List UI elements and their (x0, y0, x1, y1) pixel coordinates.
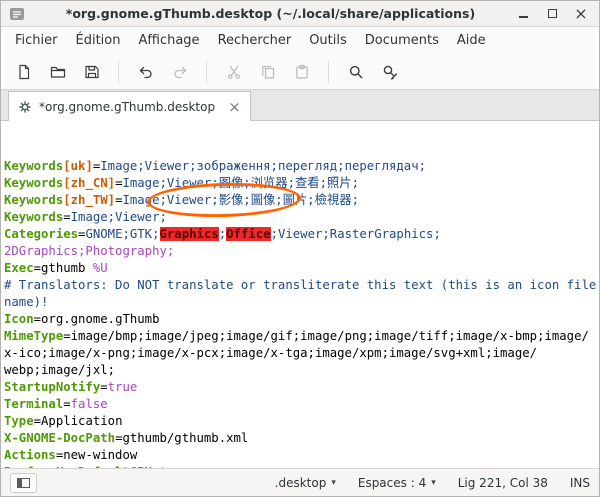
toolbar-button-save[interactable] (76, 58, 107, 86)
menu-outils[interactable]: Outils (300, 29, 356, 52)
menu-documents[interactable]: Documents (356, 29, 448, 52)
code-line: Categories=GNOME;GTK;Graphics;Office;Vie… (4, 226, 599, 243)
code-line: Exec=gthumb %U (4, 260, 599, 277)
paste-icon (294, 64, 310, 80)
tab-close-button[interactable]: × (228, 101, 241, 113)
undo-icon (138, 64, 154, 80)
new-document-icon (16, 64, 32, 80)
toolbar-button-new-document[interactable] (8, 58, 39, 86)
menubar: Fichier Édition Affichage Rechercher Out… (1, 27, 599, 54)
window-controls: × (516, 7, 588, 21)
tab-width-label: Espaces : 4 (358, 476, 426, 490)
toolbar (1, 54, 599, 90)
code-line: x-ico;image/x-png;image/x-pcx;image/x-tg… (4, 345, 599, 362)
titlebar[interactable]: *org.gnome.gThumb.desktop (~/.local/shar… (1, 1, 599, 27)
code-line: Keywords[zh_CN]=Image;Viewer;图像;浏览器;查看;照… (4, 175, 599, 192)
gedit-app-icon (9, 6, 25, 22)
desktop-file-gear-icon (18, 100, 32, 114)
status-right: .desktop ▾ Espaces : 4 ▾ Lig 221, Col 38… (275, 476, 590, 490)
copy-icon (260, 64, 276, 80)
menu-edition[interactable]: Édition (67, 29, 130, 52)
filetype-selector[interactable]: .desktop ▾ (275, 476, 336, 490)
insert-mode-indicator: INS (570, 476, 590, 490)
code-line: name)! (4, 294, 599, 311)
find-replace-icon (382, 64, 398, 80)
menu-aide[interactable]: Aide (448, 29, 495, 52)
code-line: Actions=new-window (4, 447, 599, 464)
minimize-button[interactable] (516, 7, 530, 21)
toolbar-button-undo[interactable] (130, 58, 161, 86)
code-line: Terminal=false (4, 396, 599, 413)
open-folder-icon (50, 64, 66, 80)
save-icon (84, 64, 100, 80)
toolbar-button-paste[interactable] (286, 58, 317, 86)
toolbar-button-copy[interactable] (252, 58, 283, 86)
code-line: PrefersNonDefaultGPU=true (4, 464, 599, 468)
code-line: # Translators: Do NOT translate or trans… (4, 277, 599, 294)
redo-icon (172, 64, 188, 80)
toolbar-separator (118, 61, 119, 83)
menu-rechercher[interactable]: Rechercher (209, 29, 301, 52)
code-line: Keywords[uk]=Image;Viewer;зображення;пер… (4, 158, 599, 175)
toolbar-separator (328, 61, 329, 83)
code-line: Keywords[zh_TW]=Image;Viewer;影像;圖像;圖片;檢視… (4, 192, 599, 209)
menu-fichier[interactable]: Fichier (6, 29, 67, 52)
code-line: webp;image/jxl; (4, 362, 599, 379)
tab-bar: *org.gnome.gThumb.desktop × (1, 90, 599, 121)
editor[interactable]: Keywords[uk]=Image;Viewer;зображення;пер… (1, 121, 599, 468)
minimize-icon (519, 16, 528, 18)
toolbar-separator (206, 61, 207, 83)
code-line: StartupNotify=true (4, 379, 599, 396)
maximize-button[interactable] (545, 7, 559, 21)
menu-affichage[interactable]: Affichage (129, 29, 208, 52)
gedit-window: *org.gnome.gThumb.desktop (~/.local/shar… (0, 0, 600, 497)
tab-label: *org.gnome.gThumb.desktop (39, 100, 215, 114)
toolbar-button-find-replace[interactable] (374, 58, 405, 86)
side-panel-icon (17, 478, 30, 488)
tab-active[interactable]: *org.gnome.gThumb.desktop × (8, 91, 251, 121)
toolbar-button-cut[interactable] (218, 58, 249, 86)
toolbar-button-find[interactable] (340, 58, 371, 86)
code-line: Type=Application (4, 413, 599, 430)
close-button[interactable]: × (574, 7, 588, 21)
window-title: *org.gnome.gThumb.desktop (~/.local/shar… (25, 6, 516, 21)
code-line: 2DGraphics;Photography; (4, 243, 599, 260)
editor-content: Keywords[uk]=Image;Viewer;зображення;пер… (4, 158, 599, 468)
code-line: Icon=org.gnome.gThumb (4, 311, 599, 328)
chevron-down-icon: ▾ (331, 478, 336, 488)
toolbar-button-redo[interactable] (164, 58, 195, 86)
code-line: MimeType=image/bmp;image/jpeg;image/gif;… (4, 328, 599, 345)
cut-icon (226, 64, 242, 80)
cursor-position: Lig 221, Col 38 (458, 476, 548, 490)
toolbar-button-open[interactable] (42, 58, 73, 86)
code-line: X-GNOME-DocPath=gthumb/gthumb.xml (4, 430, 599, 447)
side-panel-toggle-button[interactable] (10, 473, 37, 493)
chevron-down-icon: ▾ (431, 478, 436, 488)
status-bar: .desktop ▾ Espaces : 4 ▾ Lig 221, Col 38… (1, 468, 599, 496)
search-icon (348, 64, 364, 80)
filetype-label: .desktop (275, 476, 327, 490)
maximize-icon (548, 9, 557, 18)
tab-width-selector[interactable]: Espaces : 4 ▾ (358, 476, 436, 490)
code-line: Keywords=Image;Viewer; (4, 209, 599, 226)
